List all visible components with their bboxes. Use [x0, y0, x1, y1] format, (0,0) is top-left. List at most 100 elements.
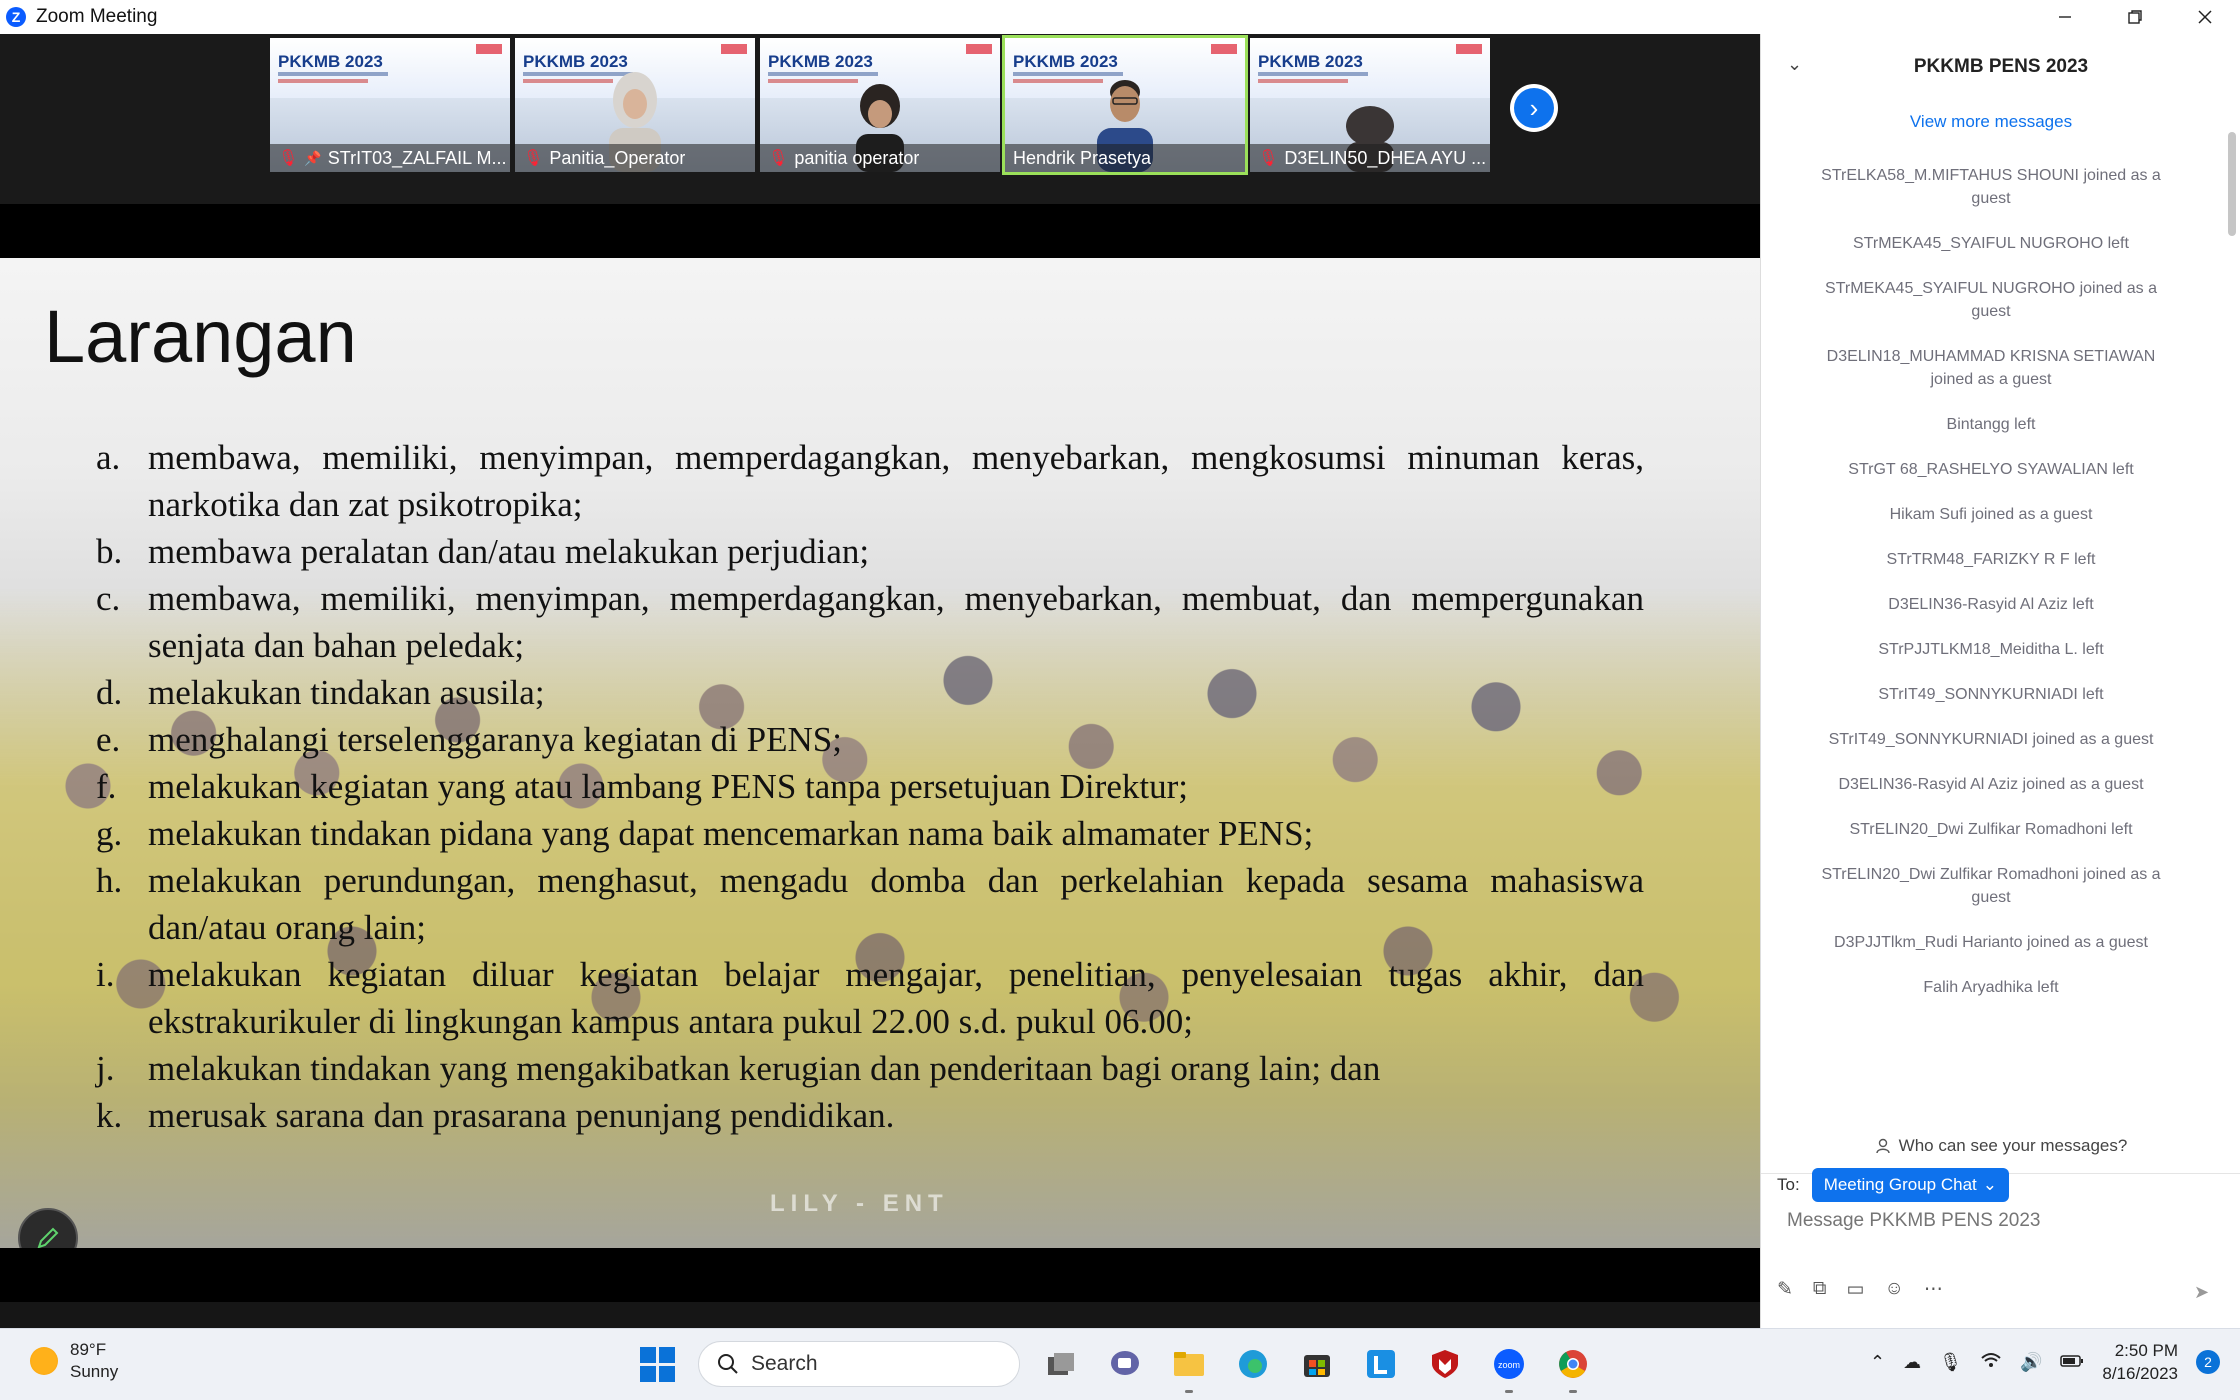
weather-temperature: 89°F [70, 1340, 107, 1359]
participant-nameplate: Hendrik Prasetya [1005, 144, 1245, 172]
participant-nameplate: 🎙 D3ELIN50_DHEA AYU ... [1250, 144, 1490, 172]
rule-item: b. membawa peralatan dan/atau melakukan p… [96, 532, 870, 571]
wifi-icon[interactable] [1980, 1351, 2002, 1374]
system-clock[interactable]: 2:50 PM 8/16/2023 [2102, 1339, 2178, 1385]
participant-name: panitia operator [794, 147, 920, 168]
taskbar-search[interactable]: Search [698, 1341, 1020, 1387]
pin-icon: 📌 [304, 149, 322, 166]
pencil-icon [37, 1227, 59, 1248]
system-message: D3ELIN18_MUHAMMAD KRISNA SETIAWAN joined… [1826, 348, 2156, 388]
clock-time: 2:50 PM [2114, 1341, 2178, 1360]
slide-title: Larangan [44, 295, 357, 378]
zoom-logo-icon: Z [6, 7, 26, 27]
chat-message-list[interactable]: STrELKA58_M.MIFTAHUS SHOUNI joined as a … [1761, 164, 2221, 1114]
windows-taskbar: 89°F Sunny Search zoom ⌃ ☁ 🎙 🔊 2:50 PM 8… [0, 1328, 2240, 1400]
onedrive-cloud-icon[interactable]: ☁ [1903, 1352, 1921, 1373]
teams-chat-icon[interactable] [1102, 1341, 1148, 1387]
chevron-up-icon[interactable]: ⌃ [1870, 1352, 1885, 1373]
more-options-icon[interactable]: ⋯ [1924, 1278, 1943, 1301]
rule-item: e. menghalangi terselenggaranya kegiatan … [96, 720, 842, 759]
chat-message-input[interactable] [1787, 1210, 2217, 1232]
sponsor-logos [966, 44, 992, 54]
system-message: STrIT49_SONNYKURNIADI left [1878, 686, 2104, 703]
microphone-icon[interactable]: 🎙 [1939, 1352, 1962, 1373]
clock-date: 8/16/2023 [2102, 1364, 2178, 1383]
window-title: Zoom Meeting [36, 6, 158, 27]
participant-name: STrIT03_ZALFAIL M... [327, 147, 507, 168]
participant-thumb[interactable]: PKKMB 2023 🎙 panitia operator [760, 38, 1000, 172]
minimize-icon [2059, 16, 2071, 18]
system-message: STrTRM48_FARIZKY R F left [1886, 551, 2096, 568]
chat-title: PKKMB PENS 2023 [1913, 56, 2089, 77]
format-text-icon[interactable]: ✎ [1777, 1278, 1793, 1301]
rule-item: h. melakukan perundungan, menghasut, meng… [96, 861, 1644, 947]
chevron-right-icon: › [1514, 88, 1554, 128]
restore-icon [2128, 10, 2142, 24]
mic-muted-icon: 🎙 [523, 150, 544, 167]
participant-thumb[interactable]: PKKMB 2023 🎙 Panitia_Operator [515, 38, 755, 172]
system-message: STrPJJTLKM18_Meiditha L. left [1878, 641, 2104, 658]
chevron-down-icon: ⌄ [1982, 1175, 1998, 1194]
system-message: D3ELIN36-Rasyid Al Aziz left [1888, 596, 2094, 613]
close-button[interactable] [2170, 0, 2240, 34]
system-message: STrIT49_SONNYKURNIADI joined as a guest [1828, 731, 2154, 748]
windows-logo-icon [639, 1346, 675, 1382]
mic-muted-icon: 🎙 [278, 150, 299, 167]
start-button[interactable] [634, 1341, 680, 1387]
edge-browser-icon[interactable] [1230, 1341, 1276, 1387]
participant-thumb[interactable]: PKKMB 2023 🎙 📌 STrIT03_ZALFAIL M... [270, 38, 510, 172]
participant-name: Hendrik Prasetya [1013, 147, 1152, 168]
screenshot-icon[interactable]: ⧉ [1813, 1278, 1827, 1301]
next-page-button[interactable]: › [1510, 84, 1558, 132]
participant-nameplate: 🎙 panitia operator [760, 144, 1000, 172]
emoji-icon[interactable]: ☺ [1884, 1278, 1903, 1301]
mcafee-shield-icon[interactable] [1422, 1341, 1468, 1387]
notification-badge[interactable]: 2 [2196, 1350, 2220, 1374]
view-more-messages-link[interactable]: View more messages [1761, 112, 2221, 132]
rule-item: j. melakukan tindakan yang mengakibatkan … [96, 1049, 1381, 1088]
file-attach-icon[interactable]: ▭ [1847, 1278, 1865, 1301]
file-explorer-icon[interactable] [1166, 1341, 1212, 1393]
chrome-browser-icon[interactable] [1550, 1341, 1596, 1393]
task-view-icon[interactable] [1038, 1341, 1084, 1387]
system-message: D3ELIN36-Rasyid Al Aziz joined as a gues… [1838, 776, 2144, 793]
system-message: STrMEKA45_SYAIFUL NUGROHO joined as a gu… [1825, 280, 2157, 320]
system-message: STrMEKA45_SYAIFUL NUGROHO left [1853, 235, 2129, 252]
zoom-app-icon[interactable]: zoom [1486, 1341, 1532, 1393]
microsoft-store-icon[interactable] [1294, 1341, 1340, 1387]
slide-watermark: LILY - ENT [770, 1190, 949, 1217]
rule-item: f. melakukan kegiatan yang atau lambang P… [96, 767, 1188, 806]
system-message: STrGT 68_RASHELYO SYAWALIAN left [1848, 461, 2134, 478]
window-titlebar: Z Zoom Meeting [0, 0, 2240, 34]
chat-header: ⌄ PKKMB PENS 2023 [1761, 34, 2240, 100]
close-icon [2198, 10, 2212, 24]
recipient-dropdown[interactable]: Meeting Group Chat ⌄ [1811, 1168, 2010, 1202]
rule-item: c. membawa, memiliki, menyimpan, memperda… [96, 579, 1644, 665]
who-can-see-link[interactable]: Who can see your messages? [1761, 1118, 2240, 1174]
weather-widget[interactable]: 89°F Sunny [30, 1339, 118, 1383]
chat-scrollbar[interactable] [2228, 100, 2236, 1100]
restore-button[interactable] [2100, 0, 2170, 34]
to-label: To: [1777, 1175, 1800, 1194]
recipient-row: To: Meeting Group Chat ⌄ [1777, 1168, 2010, 1202]
system-message: STrELIN20_Dwi Zulfikar Romadhoni joined … [1821, 866, 2161, 906]
sponsor-logos [1211, 44, 1237, 54]
speaker-volume-icon[interactable]: 🔊 [2020, 1352, 2042, 1373]
participant-name: D3ELIN50_DHEA AYU ... [1284, 147, 1487, 168]
battery-icon[interactable] [2060, 1352, 2084, 1373]
rule-item: d. melakukan tindakan asusila; [96, 673, 545, 712]
participant-nameplate: 🎙 Panitia_Operator [515, 144, 755, 172]
share-letterbox-bottom [0, 1248, 1760, 1328]
system-message: STrELKA58_M.MIFTAHUS SHOUNI joined as a … [1821, 167, 2161, 207]
send-icon[interactable]: ➤ [2194, 1282, 2220, 1304]
participant-thumb[interactable]: PKKMB 2023 🎙 D3ELIN50_DHEA AYU ... [1250, 38, 1490, 172]
chevron-down-icon[interactable]: ⌄ [1787, 54, 1802, 75]
participant-name: Panitia_Operator [549, 147, 686, 168]
l-app-icon[interactable] [1358, 1341, 1404, 1387]
minimize-button[interactable] [2030, 0, 2100, 34]
shared-screen-slide: Larangan a. membawa, memiliki, menyimpan,… [0, 258, 1760, 1248]
sponsor-logos [476, 44, 502, 54]
system-message: Bintangg left [1946, 416, 2036, 433]
participant-thumb-active-speaker[interactable]: PKKMB 2023 Hendrik Prasetya [1002, 35, 1248, 175]
system-message: Hikam Sufi joined as a guest [1889, 506, 2093, 523]
